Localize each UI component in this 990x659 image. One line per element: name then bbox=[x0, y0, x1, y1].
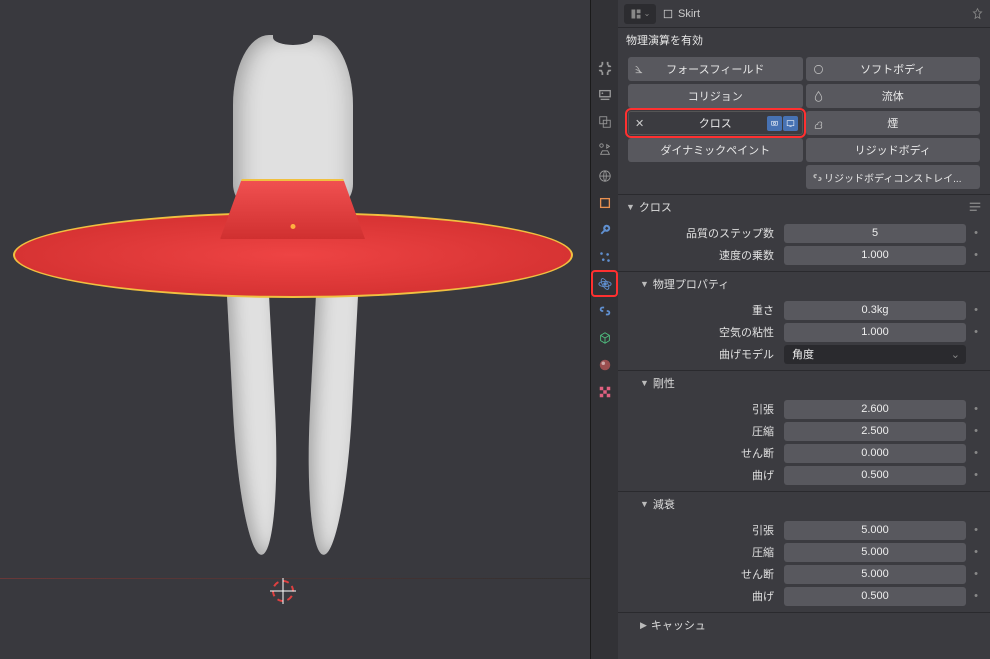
tab-material[interactable] bbox=[591, 351, 618, 378]
anim-dot[interactable]: • bbox=[972, 568, 980, 580]
stiffness-section-header[interactable]: ▼ 剛性 bbox=[618, 370, 990, 395]
mass-value[interactable]: 0.3kg bbox=[784, 301, 966, 320]
cloth-toggle-icons bbox=[767, 116, 798, 131]
tab-viewlayer[interactable] bbox=[591, 108, 618, 135]
physics-rigidbody-button[interactable]: リジッドボディ bbox=[806, 138, 981, 162]
bend-model-label: 曲げモデル bbox=[628, 346, 778, 362]
speed-mult-label: 速度の乗数 bbox=[628, 247, 778, 263]
physics-collision-button[interactable]: コリジョン bbox=[628, 84, 803, 108]
cursor-3d bbox=[272, 580, 294, 602]
skirt-disc bbox=[13, 212, 573, 298]
object-origin bbox=[290, 224, 295, 229]
damping-block: 引張5.000• 圧縮5.000• せん断5.000• 曲げ0.500• bbox=[618, 516, 990, 612]
smoke-icon bbox=[812, 117, 825, 130]
physprops-block: 重さ 0.3kg • 空気の粘性 1.000 • 曲げモデル 角度 bbox=[618, 296, 990, 370]
editor-type-select[interactable]: ⌄ bbox=[624, 4, 656, 24]
damping-section-header[interactable]: ▼ 減衰 bbox=[618, 491, 990, 516]
anim-dot[interactable]: • bbox=[972, 469, 980, 481]
damping-tension-value[interactable]: 5.000 bbox=[784, 521, 966, 540]
anim-dot[interactable]: • bbox=[972, 546, 980, 558]
object-name: Skirt bbox=[678, 8, 700, 20]
pin-icon[interactable] bbox=[971, 7, 984, 20]
physics-cloth-button[interactable]: ✕ クロス bbox=[628, 111, 803, 135]
air-visc-value[interactable]: 1.000 bbox=[784, 323, 966, 342]
caret-down-icon: ▼ bbox=[640, 499, 649, 509]
speed-mult-value[interactable]: 1.000 bbox=[784, 246, 966, 265]
mesh-icon bbox=[662, 8, 674, 20]
viewport-3d[interactable] bbox=[0, 0, 590, 659]
tab-particle[interactable] bbox=[591, 243, 618, 270]
stiffness-compression-value[interactable]: 2.500 bbox=[784, 422, 966, 441]
cloth-section-header[interactable]: ▼ クロス bbox=[618, 194, 990, 219]
physics-smoke-button[interactable]: 煙 bbox=[806, 111, 981, 135]
quality-steps-label: 品質のステップ数 bbox=[628, 225, 778, 241]
properties-panel: ⌄ Skirt 物理演算を有効 フォースフィールド ソフ bbox=[590, 0, 990, 659]
properties-content: ⌄ Skirt 物理演算を有効 フォースフィールド ソフ bbox=[618, 0, 990, 659]
render-toggle-icon[interactable] bbox=[767, 116, 782, 131]
bend-model-select[interactable]: 角度 bbox=[784, 345, 966, 364]
softbody-icon bbox=[812, 63, 825, 76]
tab-modifier[interactable] bbox=[591, 216, 618, 243]
close-icon[interactable]: ✕ bbox=[635, 117, 644, 130]
breadcrumb[interactable]: Skirt bbox=[662, 8, 700, 20]
air-visc-label: 空気の粘性 bbox=[628, 324, 778, 340]
physics-buttons-grid: フォースフィールド ソフトボディ コリジョン 流体 ✕ クロス bbox=[618, 52, 990, 194]
physics-forcefield-button[interactable]: フォースフィールド bbox=[628, 57, 803, 81]
physics-softbody-button[interactable]: ソフトボディ bbox=[806, 57, 981, 81]
anim-dot[interactable]: • bbox=[972, 227, 980, 239]
stiffness-shear-value[interactable]: 0.000 bbox=[784, 444, 966, 463]
cache-section-header[interactable]: ▶ キャッシュ bbox=[618, 612, 990, 637]
damping-bending-value[interactable]: 0.500 bbox=[784, 587, 966, 606]
forcefield-icon bbox=[634, 63, 647, 76]
stiffness-tension-value[interactable]: 2.600 bbox=[784, 400, 966, 419]
scene bbox=[0, 0, 590, 659]
tab-output[interactable] bbox=[591, 81, 618, 108]
cloth-quality-block: 品質のステップ数 5 • 速度の乗数 1.000 • bbox=[618, 219, 990, 271]
physprops-section-header[interactable]: ▼ 物理プロパティ bbox=[618, 271, 990, 296]
stiffness-block: 引張2.600• 圧縮2.500• せん断0.000• 曲げ0.500• bbox=[618, 395, 990, 491]
constraint-icon bbox=[812, 172, 823, 183]
stiffness-bending-value[interactable]: 0.500 bbox=[784, 466, 966, 485]
caret-right-icon: ▶ bbox=[640, 620, 647, 631]
anim-dot[interactable]: • bbox=[972, 590, 980, 602]
tab-scene[interactable] bbox=[591, 135, 618, 162]
damping-compression-value[interactable]: 5.000 bbox=[784, 543, 966, 562]
properties-tab-strip bbox=[591, 0, 618, 659]
properties-header: ⌄ Skirt bbox=[618, 0, 990, 28]
tab-physics[interactable] bbox=[591, 270, 618, 297]
anim-dot[interactable]: • bbox=[972, 524, 980, 536]
caret-down-icon: ▼ bbox=[640, 279, 649, 289]
skirt-top bbox=[220, 179, 365, 239]
body-mesh bbox=[195, 35, 390, 565]
anim-dot[interactable]: • bbox=[972, 304, 980, 316]
tab-meshdata[interactable] bbox=[591, 324, 618, 351]
display-toggle-icon[interactable] bbox=[783, 116, 798, 131]
quality-steps-value[interactable]: 5 bbox=[784, 224, 966, 243]
caret-down-icon: ▼ bbox=[626, 202, 635, 212]
caret-down-icon: ▼ bbox=[640, 378, 649, 388]
fluid-icon bbox=[812, 90, 825, 103]
anim-dot[interactable]: • bbox=[972, 249, 980, 261]
physics-fluid-button[interactable]: 流体 bbox=[806, 84, 981, 108]
tab-object[interactable] bbox=[591, 189, 618, 216]
anim-dot[interactable]: • bbox=[972, 425, 980, 437]
physics-enable-header: 物理演算を有効 bbox=[618, 28, 990, 52]
anim-dot[interactable]: • bbox=[972, 403, 980, 415]
mass-label: 重さ bbox=[628, 302, 778, 318]
horizon-line bbox=[0, 578, 590, 579]
tab-world[interactable] bbox=[591, 162, 618, 189]
tab-texture[interactable] bbox=[591, 378, 618, 405]
anim-dot[interactable]: • bbox=[972, 326, 980, 338]
physics-dynamicpaint-button[interactable]: ダイナミックペイント bbox=[628, 138, 803, 162]
tab-render[interactable] bbox=[591, 54, 618, 81]
skirt-object[interactable] bbox=[5, 190, 580, 320]
physics-rigidbody-constraint-button[interactable]: リジッドボディコンストレイ... bbox=[806, 165, 981, 189]
damping-shear-value[interactable]: 5.000 bbox=[784, 565, 966, 584]
tab-constraint[interactable] bbox=[591, 297, 618, 324]
anim-dot[interactable]: • bbox=[972, 447, 980, 459]
preset-menu-icon[interactable] bbox=[968, 200, 982, 214]
